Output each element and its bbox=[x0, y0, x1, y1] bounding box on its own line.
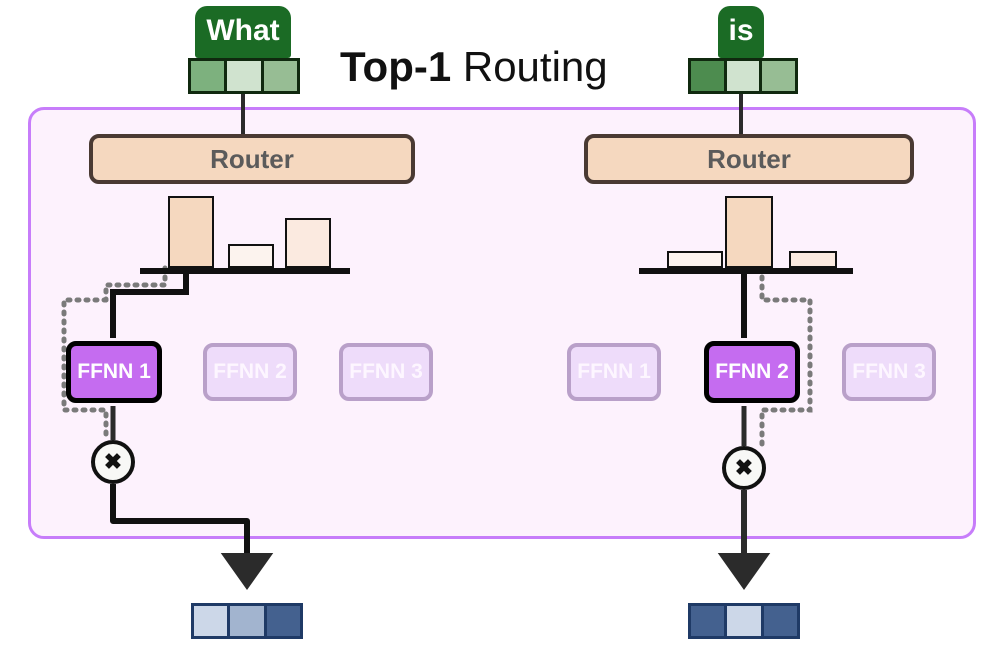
expert-right-ffnn-3[interactable]: FFNN 3 bbox=[842, 343, 936, 401]
chart-baseline bbox=[639, 268, 853, 274]
router-probability-chart-right bbox=[639, 196, 853, 274]
output-cell bbox=[763, 606, 797, 636]
output-cell bbox=[691, 606, 725, 636]
embedding-cell bbox=[191, 61, 225, 91]
bar-ffnn-2 bbox=[228, 244, 274, 268]
output-cell bbox=[230, 606, 264, 636]
multiply-node-left: ✖ bbox=[91, 440, 135, 484]
output-embedding-right bbox=[688, 603, 800, 639]
title-light-part: Routing bbox=[451, 43, 608, 90]
router-label: Router bbox=[707, 143, 791, 174]
output-embedding-left bbox=[191, 603, 303, 639]
router-left[interactable]: Router bbox=[89, 134, 415, 184]
expert-right-ffnn-2[interactable]: FFNN 2 bbox=[704, 341, 800, 403]
output-cell bbox=[266, 606, 300, 636]
router-probability-chart-left bbox=[140, 196, 350, 274]
expert-label: FFNN 3 bbox=[349, 360, 423, 383]
input-embedding-what bbox=[188, 58, 300, 94]
router-label: Router bbox=[210, 143, 294, 174]
embedding-cell bbox=[726, 61, 760, 91]
input-embedding-is bbox=[688, 58, 798, 94]
expert-label: FFNN 2 bbox=[715, 360, 789, 383]
embedding-cell bbox=[227, 61, 261, 91]
bar-ffnn-2 bbox=[725, 196, 773, 268]
token-pill-what[interactable]: What bbox=[195, 6, 291, 58]
title-bold-part: Top-1 bbox=[340, 43, 452, 90]
embedding-cell bbox=[691, 61, 724, 91]
token-pill-is[interactable]: is bbox=[718, 6, 764, 58]
multiply-symbol: ✖ bbox=[734, 455, 754, 480]
output-cell bbox=[727, 606, 761, 636]
diagram-canvas: Top-1 Routing What Router FFNN 1 FFNN 2 … bbox=[0, 0, 1004, 648]
bar-ffnn-1 bbox=[667, 251, 723, 268]
expert-left-ffnn-3[interactable]: FFNN 3 bbox=[339, 343, 433, 401]
multiply-symbol: ✖ bbox=[103, 449, 123, 474]
expert-label: FFNN 1 bbox=[577, 360, 651, 383]
bar-ffnn-1 bbox=[168, 196, 214, 268]
router-right[interactable]: Router bbox=[584, 134, 914, 184]
bar-ffnn-3 bbox=[789, 251, 837, 268]
expert-left-ffnn-1[interactable]: FFNN 1 bbox=[66, 341, 162, 403]
expert-right-ffnn-1[interactable]: FFNN 1 bbox=[567, 343, 661, 401]
bar-ffnn-3 bbox=[285, 218, 331, 268]
expert-left-ffnn-2[interactable]: FFNN 2 bbox=[203, 343, 297, 401]
page-title: Top-1 Routing bbox=[340, 46, 608, 88]
embedding-cell bbox=[263, 61, 297, 91]
token-label: What bbox=[206, 14, 280, 47]
output-cell bbox=[194, 606, 228, 636]
expert-label: FFNN 2 bbox=[213, 360, 287, 383]
chart-baseline bbox=[140, 268, 350, 274]
multiply-node-right: ✖ bbox=[722, 446, 766, 490]
expert-label: FFNN 3 bbox=[852, 360, 926, 383]
token-label: is bbox=[728, 14, 754, 47]
expert-label: FFNN 1 bbox=[77, 360, 151, 383]
embedding-cell bbox=[762, 61, 796, 91]
